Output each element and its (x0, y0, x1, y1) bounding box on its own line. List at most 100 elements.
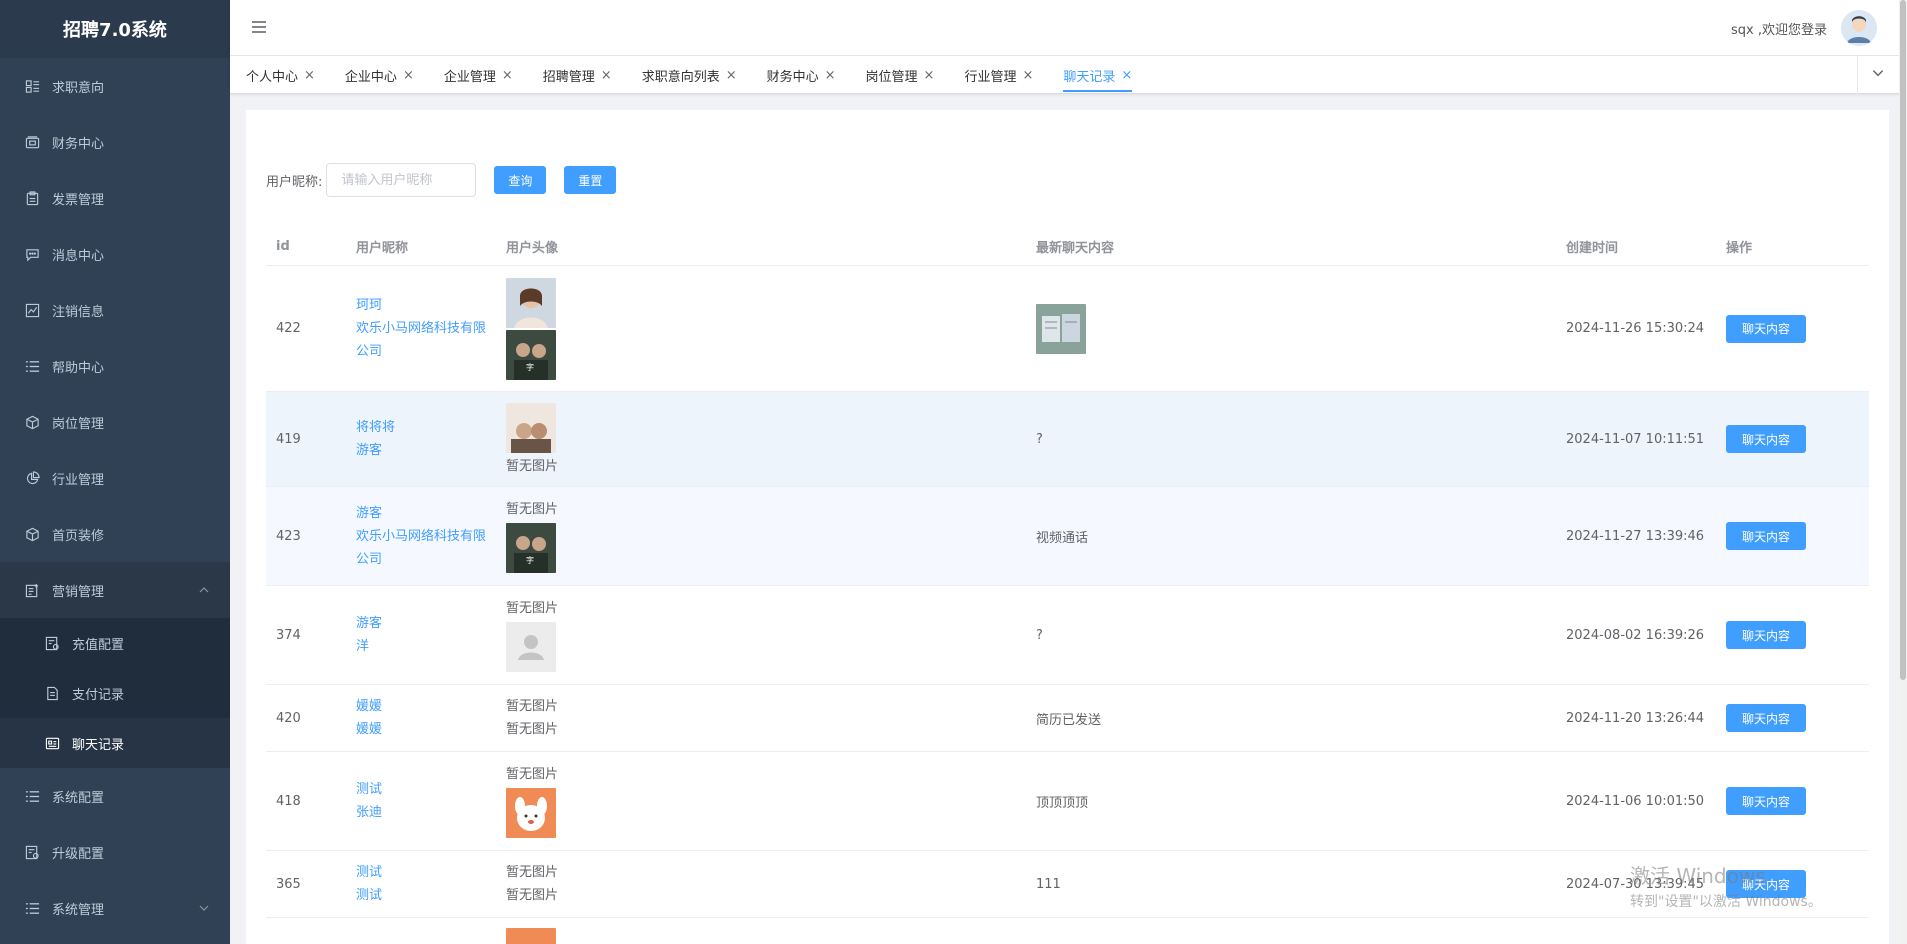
sidebar-item-system-config[interactable]: 系统配置 (0, 768, 230, 824)
nickname-search-input[interactable] (326, 163, 477, 197)
sidebar-item-recharge-config[interactable]: 充值配置 (0, 618, 230, 668)
search-bar: 用户昵称: 查询 重置 (266, 163, 634, 197)
tab-enterprise-center[interactable]: 企业中心 × (345, 56, 414, 94)
row-created-time: 2024-11-27 13:39:46 (1566, 528, 1705, 544)
page-scrollbar[interactable] (1899, 0, 1907, 944)
table-header: id 用户昵称 用户头像 最新聊天内容 创建时间 操作 (266, 228, 1869, 266)
sidebar-item-label: 消息中心 (52, 248, 105, 264)
avatar[interactable] (1841, 10, 1877, 46)
user-nickname-link[interactable]: 将将将 (356, 416, 496, 439)
row-message: 顶顶顶顶 (1036, 795, 1089, 811)
close-icon[interactable]: × (924, 68, 935, 83)
tab-recruitment-management[interactable]: 招聘管理 × (543, 56, 612, 94)
row-nickname: 媛媛 媛媛 (346, 695, 496, 741)
tab-job-management[interactable]: 岗位管理 × (866, 56, 935, 94)
tab-chat-records[interactable]: 聊天记录 × (1063, 56, 1132, 94)
scrollbar-thumb[interactable] (1900, 0, 1906, 680)
chat-content-button[interactable]: 聊天内容 (1726, 704, 1807, 732)
user-nickname-link[interactable]: 游客 (356, 612, 496, 635)
sidebar-item-label: 发票管理 (52, 192, 105, 208)
sidebar-item-label: 营销管理 (52, 584, 105, 600)
close-icon[interactable]: × (502, 68, 513, 83)
chat-content-button[interactable]: 聊天内容 (1726, 522, 1807, 550)
tabs-dropdown[interactable] (1857, 56, 1897, 94)
tab-finance-center[interactable]: 财务中心 × (767, 56, 836, 94)
tab-label: 财务中心 (766, 69, 819, 85)
sidebar-item-payment-records[interactable]: 支付记录 (0, 668, 230, 718)
close-icon[interactable]: × (403, 68, 414, 83)
row-nickname: 游客 洋 (346, 612, 496, 658)
sidebar-item-upgrade-config[interactable]: 升级配置 (0, 824, 230, 880)
user-nickname-link[interactable]: 媛媛 (356, 718, 496, 741)
tab-label: 求职意向列表 (641, 69, 720, 85)
chat-content-button[interactable]: 聊天内容 (1726, 621, 1807, 649)
user-nickname-link[interactable]: 测试 (356, 778, 496, 801)
chat-content-button[interactable]: 聊天内容 (1726, 787, 1807, 815)
tab-enterprise-management[interactable]: 企业管理 × (444, 56, 513, 94)
sidebar-item-finance[interactable]: 财务中心 (0, 114, 230, 170)
sidebar-item-help[interactable]: 帮助中心 (0, 338, 230, 394)
user-nickname-link[interactable]: 欢乐小马网络科技有限公司 (356, 317, 496, 363)
tab-label: 招聘管理 (542, 69, 595, 85)
sidebar-item-industry[interactable]: 行业管理 (0, 450, 230, 506)
watermark-line2: 转到"设置"以激活 Windows。 (1630, 894, 1822, 910)
chat-content-button[interactable]: 聊天内容 (1726, 314, 1807, 343)
close-icon[interactable]: × (726, 68, 737, 83)
sidebar-item-invoice[interactable]: 发票管理 (0, 170, 230, 226)
row-nickname: 游客 欢乐小马网络科技有限公司 (346, 502, 496, 571)
sidebar-item-chat-records[interactable]: 聊天记录 (0, 718, 230, 768)
marketing-submenu: 充值配置 支付记录 聊天记录 (0, 618, 230, 768)
chat-content-button[interactable]: 聊天内容 (1726, 425, 1807, 453)
user-nickname-link[interactable]: 测试 (356, 884, 496, 907)
user-nickname-link[interactable]: 欢乐小马网络科技有限公司 (356, 525, 496, 571)
close-icon[interactable]: × (601, 68, 612, 83)
row-actions: 聊天内容 (1716, 425, 1866, 453)
sidebar-item-system-management[interactable]: 系统管理 (0, 880, 230, 936)
close-icon[interactable]: × (1022, 68, 1033, 83)
close-icon[interactable]: × (1121, 68, 1132, 83)
user-nickname-link[interactable]: 测试 (356, 861, 496, 884)
list-icon (24, 78, 40, 94)
user-nickname-link[interactable]: 珂珂 (356, 294, 496, 317)
tab-industry-management[interactable]: 行业管理 × (964, 56, 1033, 94)
close-icon[interactable]: × (825, 68, 836, 83)
message-image[interactable] (1036, 303, 1086, 354)
sidebar-item-messages[interactable]: 消息中心 (0, 226, 230, 282)
reset-button[interactable]: 重置 (564, 166, 617, 194)
no-image-text: 暂无图片 (506, 501, 559, 517)
hamburger-icon[interactable] (250, 18, 268, 36)
user-nickname-link[interactable]: 洋 (356, 635, 496, 658)
user-nickname-link[interactable]: 张迪 (356, 801, 496, 824)
top-header: sqx ,欢迎您登录 (230, 0, 1907, 56)
row-actions: 聊天内容 (1716, 621, 1866, 649)
sidebar-item-jobs[interactable]: 岗位管理 (0, 394, 230, 450)
menu-icon (24, 900, 40, 916)
sidebar-item-label: 聊天记录 (72, 737, 125, 753)
svg-text:字: 字 (526, 362, 534, 372)
row-id: 418 (276, 793, 301, 809)
row-avatars (496, 918, 1026, 944)
sidebar-item-cancel-info[interactable]: 注销信息 (0, 282, 230, 338)
row-message: 简历已发送 (1036, 712, 1102, 728)
sidebar-item-job-intent[interactable]: 求职意向 (0, 58, 230, 114)
sidebar-item-marketing[interactable]: 营销管理 (0, 562, 230, 618)
query-button[interactable]: 查询 (494, 166, 547, 194)
user-nickname-link[interactable]: 媛媛 (356, 695, 496, 718)
tab-personal-center[interactable]: 个人中心 × (246, 56, 315, 94)
app-title: 招聘7.0系统 (0, 0, 230, 58)
sidebar-item-label: 财务中心 (52, 136, 105, 152)
tab-job-intent-list[interactable]: 求职意向列表 × (642, 56, 737, 94)
row-message: ? (1036, 627, 1043, 643)
row-avatars: 暂无图片 (496, 401, 1026, 478)
close-icon[interactable]: × (304, 68, 315, 83)
sidebar-item-homepage-decor[interactable]: 首页装修 (0, 506, 230, 562)
row-nickname: 测试 测试 (346, 861, 496, 907)
col-message-header: 最新聊天内容 (1036, 241, 1115, 256)
pie-icon (24, 470, 40, 486)
user-nickname-link[interactable]: 游客 (356, 502, 496, 525)
no-image-text: 暂无图片 (506, 458, 559, 474)
user-avatar-image (506, 402, 556, 453)
edit-icon (24, 582, 40, 598)
user-nickname-link[interactable]: 游客 (356, 439, 496, 462)
row-created-time: 2024-11-20 13:26:44 (1566, 710, 1705, 726)
